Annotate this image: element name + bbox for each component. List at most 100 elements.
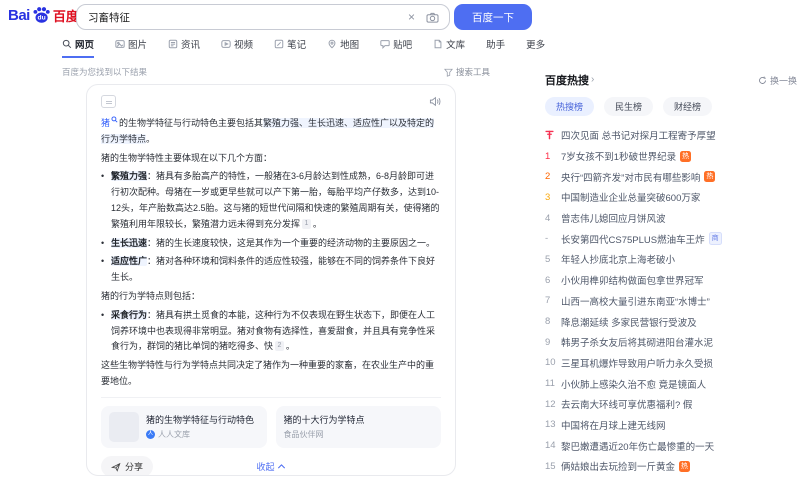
tab-label: 网页	[75, 40, 95, 51]
share-label: 分享	[125, 462, 144, 473]
source-card[interactable]: 猪的十大行为学特点 食品伙伴网	[275, 405, 441, 448]
hot-item-text: 俩姑娘出去玩捡到一斤黄金	[561, 462, 676, 474]
hot-badge: 热	[704, 171, 716, 183]
hot-search-tab-财经榜[interactable]: 财经榜	[663, 97, 713, 116]
hot-search-item[interactable]: 5 年轻人抄底北京上海老破小	[545, 249, 797, 270]
source-title: 猪的生物学特征与行动特色	[146, 415, 255, 426]
source-site-icon: 人	[146, 430, 155, 440]
hot-search-panel: 百度热搜 › 换一换 热搜榜 民生榜 财经榜 四次见面 总书记对探月工程寄予厚望 1…	[545, 72, 797, 477]
hot-item-rank: 10	[545, 357, 556, 369]
baidu-logo[interactable]: Bai du 百度	[8, 5, 79, 26]
hot-item-rank: 8	[545, 316, 551, 328]
search-input[interactable]	[77, 11, 401, 23]
hot-search-item[interactable]: 2 央行“四箭齐发”对市民有哪些影响 热	[545, 166, 797, 187]
tab-贴吧[interactable]: 贴吧	[380, 37, 412, 58]
tab-资讯[interactable]: 资讯	[168, 37, 200, 58]
hot-search-item[interactable]: 12 去云南大环线可享优惠福利? 假	[545, 394, 797, 415]
hot-search-item[interactable]: 14 黎巴嫩遭遇近20年伤亡最惨重的一天	[545, 435, 797, 456]
tab-label: 贴吧	[393, 40, 413, 51]
summary-bullet: • 适应性广：猪对各种环境和饲料条件的适应性较强，能够在不同的饲养条件下良好生长。	[101, 254, 441, 286]
hot-search-item[interactable]: 15 俩姑娘出去玩捡到一斤黄金 热	[545, 456, 797, 477]
camera-search-icon[interactable]	[422, 12, 449, 23]
refresh-icon	[758, 76, 767, 85]
tab-label: 视频	[234, 40, 254, 51]
map-icon	[327, 39, 337, 49]
tab-文库[interactable]: 文库	[433, 37, 465, 58]
source-card[interactable]: 猪的生物学特征与行动特色 人 人人文库	[101, 405, 267, 448]
search-tools-button[interactable]: 搜索工具	[444, 66, 490, 78]
result-info: 百度为您找到以下结果	[62, 67, 148, 77]
hot-search-item[interactable]: 6 小伙用榫卯结构做面包拿世界冠军	[545, 270, 797, 291]
search-tools-label: 搜索工具	[455, 67, 490, 77]
citation-marker[interactable]: 2	[275, 341, 284, 352]
source-site-name: 食品伙伴网	[283, 430, 324, 440]
tab-label: 图片	[128, 40, 148, 51]
hot-search-item[interactable]: 3 中国制造业企业总量突破600万家	[545, 187, 797, 208]
clear-search-icon[interactable]: ×	[401, 5, 422, 29]
hot-search-item[interactable]: 四次见面 总书记对探月工程寄予厚望	[545, 125, 797, 146]
hot-search-item[interactable]: 1 7岁女孩不到1秒破世界纪录 热	[545, 146, 797, 167]
text-segment: 的生物学特征与行动特色主要包括其	[119, 118, 264, 128]
speaker-icon[interactable]	[429, 96, 441, 107]
hot-search-item[interactable]: 11 小伙肺上感染久治不愈 竟是镜面人	[545, 373, 797, 394]
summary-bullet: • 生长迅速：猪的生长速度较快，这是其作为一个重要的经济动物的主要原因之一。	[101, 236, 441, 252]
source-thumbnail	[109, 411, 139, 442]
summary-content: 猪的生物学特征与行动特色主要包括其繁殖力强、生长迅速、适应性广以及特定的行为学特…	[101, 113, 441, 390]
hot-search-item[interactable]: 7 山西一高校大量引进东南亚“水博士”	[545, 291, 797, 312]
hot-search-item[interactable]: - 长安第四代CS75PLUS燃油车王炸 商	[545, 228, 797, 249]
hot-search-item[interactable]: 8 降息潮延续 多家民营银行受波及	[545, 311, 797, 332]
refresh-label: 换一换	[769, 75, 797, 86]
hot-search-list: 四次见面 总书记对探月工程寄予厚望 1 7岁女孩不到1秒破世界纪录 热 2 央行…	[545, 125, 797, 477]
hot-item-text: 小伙用榫卯结构做面包拿世界冠军	[561, 276, 704, 288]
share-icon	[111, 462, 121, 472]
share-button[interactable]: 分享	[101, 456, 154, 475]
citation-marker[interactable]: 1	[302, 218, 311, 229]
source-site-name: 人人文库	[158, 430, 190, 440]
hot-item-rank: 4	[545, 212, 551, 224]
entity-link[interactable]: 猪	[101, 118, 110, 128]
hot-item-text: 中国制造业企业总量突破600万家	[561, 193, 701, 205]
nav-extra-更多[interactable]: 更多	[526, 37, 545, 56]
hot-item-text: 小伙肺上感染久治不愈 竟是镜面人	[561, 379, 707, 391]
hot-item-text: 长安第四代CS75PLUS燃油车王炸	[561, 234, 705, 246]
entity-search-icon[interactable]	[111, 113, 118, 129]
search-box[interactable]: ×	[76, 4, 450, 30]
bullet-marker: •	[101, 237, 105, 248]
hot-search-item[interactable]: 10 三星耳机爆炸导致用户听力永久受损	[545, 353, 797, 374]
news-icon	[168, 39, 178, 49]
collapse-button[interactable]: 收起	[256, 460, 285, 473]
hot-badge: 热	[680, 150, 692, 162]
tieba-icon	[380, 39, 390, 49]
hot-search-item[interactable]: 13 中国将在月球上建无线网	[545, 415, 797, 436]
tab-图片[interactable]: 图片	[115, 37, 147, 58]
text-segment: 适应性广	[111, 256, 148, 267]
tab-地图[interactable]: 地图	[327, 37, 359, 58]
text-segment: 繁殖力强	[111, 171, 148, 182]
tab-视频[interactable]: 视频	[221, 37, 253, 58]
summary-paragraph: 猪的生物学特性主要体现在以下几个方面：	[101, 151, 441, 167]
text-segment: 这些生物学特性与行为学特点共同决定了猪作为一种重要的家畜，在农业生产中的重要地位…	[101, 360, 435, 386]
text-segment: 生长迅速	[111, 237, 148, 248]
hot-search-item[interactable]: 4 曾志伟儿媳回应月饼风波	[545, 208, 797, 229]
nav-extra-助手[interactable]: 助手	[486, 37, 505, 56]
result-tabs: 网页 图片 资讯 视频 笔记 地图 贴吧 文库 助手 更多	[62, 37, 545, 58]
hot-search-tab-热搜榜[interactable]: 热搜榜	[545, 97, 595, 116]
refresh-button[interactable]: 换一换	[758, 74, 797, 87]
tab-笔记[interactable]: 笔记	[274, 37, 306, 58]
tab-label: 笔记	[287, 40, 307, 51]
tab-label: 地图	[340, 40, 360, 51]
hot-item-text: 年轻人抄底北京上海老破小	[561, 255, 676, 267]
hot-item-rank: 13	[545, 419, 556, 431]
hot-search-tab-民生榜[interactable]: 民生榜	[604, 97, 654, 116]
hot-search-item[interactable]: 9 韩男子杀女友后将其砌进阳台灌水泥	[545, 332, 797, 353]
hot-item-text: 黎巴嫩遭遇近20年伤亡最惨重的一天	[561, 441, 715, 453]
baidu-paw-icon: du	[31, 5, 52, 26]
tab-网页[interactable]: 网页	[62, 37, 95, 58]
svg-text:du: du	[37, 15, 45, 22]
video-icon	[221, 39, 231, 49]
note-icon	[274, 39, 284, 49]
search-submit-button[interactable]: 百度一下	[454, 4, 532, 30]
text-segment: 。	[285, 341, 295, 352]
text-segment: ：猪具有拱土觅食的本能，这种行为不仅表现在野生状态下，即便在人工饲养环境中也表现…	[111, 309, 436, 352]
hot-search-title-link[interactable]: 百度热搜 ›	[545, 72, 594, 88]
